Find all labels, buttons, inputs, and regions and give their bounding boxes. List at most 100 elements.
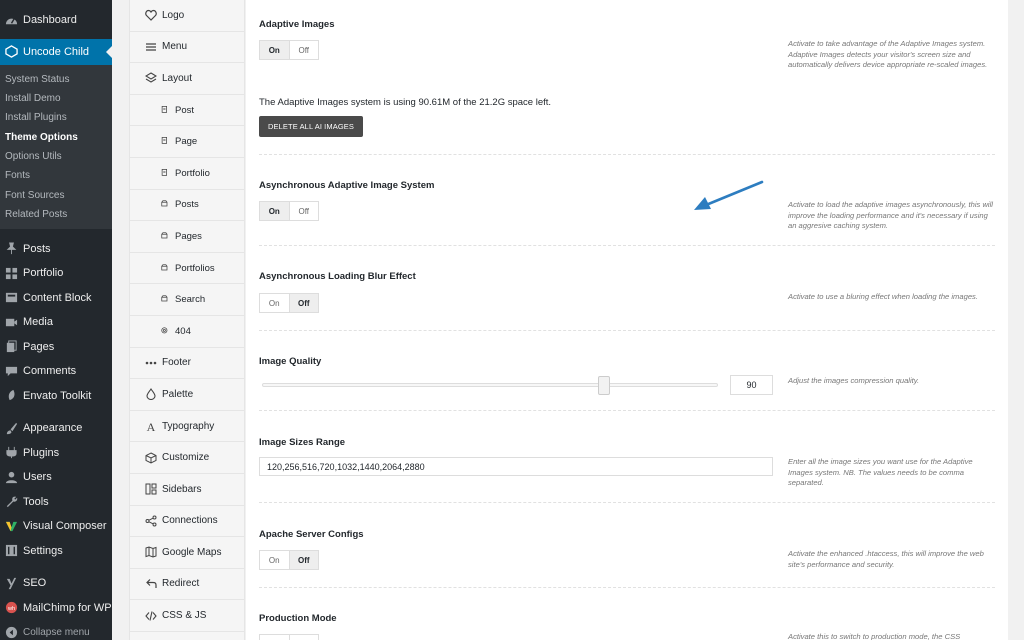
option-description: Activate to load the adaptive images asy… (788, 200, 993, 231)
menu-item-users[interactable]: Users (0, 465, 112, 490)
submenu-item-theme-options[interactable]: Theme Options (0, 128, 112, 147)
menu-item-mailchimp-for-wp[interactable]: wh MailChimp for WP (0, 596, 112, 621)
slider-handle[interactable] (598, 376, 610, 395)
grid-icon (4, 266, 18, 280)
image-quality-slider[interactable] (262, 383, 718, 387)
menu-item-envato-toolkit[interactable]: Envato Toolkit (0, 384, 112, 409)
tab-label: Customize (162, 452, 210, 464)
tab-layout[interactable]: Layout (130, 63, 244, 95)
menu-item-content-block[interactable]: Content Block (0, 286, 112, 311)
option-production: Production Mode Activate this to switch … (259, 588, 995, 640)
tab-menu[interactable]: Menu (130, 32, 244, 64)
toggle-on[interactable]: On (260, 41, 289, 59)
tab-portfolios[interactable]: Portfolios (130, 253, 244, 285)
tab-label: Palette (162, 388, 194, 400)
image-sizes-input[interactable]: 120,256,516,720,1032,1440,2064,2880 (259, 457, 773, 476)
share-icon (144, 515, 158, 527)
submenu-item-install-plugins[interactable]: Install Plugins (0, 108, 112, 127)
submenu-item-options-utils[interactable]: Options Utils (0, 147, 112, 166)
tab-connections[interactable]: Connections (130, 506, 244, 538)
async-blur-toggle[interactable]: On Off (259, 293, 319, 313)
submenu-item-install-demo[interactable]: Install Demo (0, 89, 112, 108)
menu-item-label: Tools (23, 495, 49, 508)
production-toggle[interactable] (259, 634, 319, 640)
menu-item-uncode-child[interactable]: Uncode Child (0, 38, 112, 65)
option-description: Activate to use a bluring effect when lo… (788, 292, 978, 301)
tab-portfolio[interactable]: Portfolio (130, 158, 244, 190)
type-icon: A (144, 420, 158, 432)
submenu-item-system-status[interactable]: System Status (0, 70, 112, 89)
menu-item-appearance[interactable]: Appearance (0, 416, 112, 441)
tab-logo[interactable]: Logo (130, 0, 244, 32)
menu-item-pages[interactable]: Pages (0, 335, 112, 360)
tab-label: Connections (162, 515, 218, 527)
option-description: Enter all the image sizes you want use f… (788, 457, 973, 488)
collapse-menu-button[interactable]: Collapse menu (0, 620, 112, 640)
tab-label: Menu (162, 41, 188, 53)
tab-label: CSS & JS (162, 610, 207, 622)
adaptive-images-toggle[interactable]: On Off (259, 40, 319, 60)
menu-item-portfolio[interactable]: Portfolio (0, 261, 112, 286)
option-adaptive-images: Adaptive Images On Off Activate to take … (259, 0, 995, 155)
menu-item-comments[interactable]: Comments (0, 359, 112, 384)
toggle-off[interactable]: Off (288, 551, 318, 569)
dots-icon (144, 357, 158, 369)
tab-google-maps[interactable]: Google Maps (130, 537, 244, 569)
collapse-label: Collapse menu (23, 626, 90, 638)
toggle-on[interactable]: On (260, 551, 289, 569)
drop-icon (144, 388, 158, 401)
toggle-off[interactable]: Off (288, 41, 319, 59)
tab-palette[interactable]: Palette (130, 379, 244, 411)
toggle-off[interactable]: Off (288, 202, 319, 220)
tab-sidebars[interactable]: Sidebars (130, 474, 244, 506)
option-title: Adaptive Images (259, 19, 335, 30)
menu-item-posts[interactable]: Posts (0, 237, 112, 262)
tab-404[interactable]: 404 (130, 316, 244, 348)
menu-item-label: Users (23, 471, 52, 484)
menu-item-visual-composer[interactable]: Visual Composer (0, 514, 112, 539)
page-icon (4, 340, 18, 354)
heart-icon (144, 9, 158, 22)
tab-label: Redirect (162, 578, 200, 590)
async-adaptive-toggle[interactable]: On Off (259, 201, 319, 221)
tab-label: Page (175, 136, 198, 148)
tab-page[interactable]: Page (130, 126, 244, 158)
menu-item-label: Plugins (23, 446, 60, 459)
tab-footer[interactable]: Footer (130, 348, 244, 380)
tab-redirect[interactable]: Redirect (130, 569, 244, 601)
submenu-item-font-sources[interactable]: Font Sources (0, 186, 112, 205)
envato-icon (4, 389, 18, 403)
tab-css-js[interactable]: CSS & JS (130, 600, 244, 632)
redirect-icon (144, 578, 158, 590)
code-icon (144, 610, 158, 622)
apache-toggle[interactable]: On Off (259, 550, 319, 570)
option-async-blur: Asynchronous Loading Blur Effect On Off … (259, 246, 995, 331)
option-description: Activate this to switch to production mo… (788, 632, 961, 640)
tab-search[interactable]: Search (130, 284, 244, 316)
menu-item-media[interactable]: Media (0, 310, 112, 335)
tab-label: Typography (162, 420, 215, 432)
users-icon (4, 470, 18, 484)
tab-pages[interactable]: Pages (130, 221, 244, 253)
toggle-off[interactable]: Off (288, 294, 318, 312)
submenu-item-related-posts[interactable]: Related Posts (0, 205, 112, 224)
menu-item-tools[interactable]: Tools (0, 490, 112, 515)
toggle-on[interactable]: On (260, 202, 289, 220)
delete-ai-images-button[interactable]: DELETE ALL AI IMAGES (259, 116, 363, 137)
uncode-icon (4, 45, 18, 59)
menu-item-settings[interactable]: Settings (0, 539, 112, 564)
menu-item-dashboard[interactable]: Dashboard (0, 8, 112, 33)
cube-icon (144, 452, 158, 464)
option-title: Production Mode (259, 613, 337, 624)
menu-item-seo[interactable]: SEO (0, 571, 112, 596)
pin-icon (4, 242, 18, 256)
submenu-item-fonts[interactable]: Fonts (0, 166, 112, 185)
image-quality-input[interactable]: 90 (730, 375, 773, 395)
menu-item-plugins[interactable]: Plugins (0, 441, 112, 466)
tab-posts[interactable]: Posts (130, 190, 244, 222)
tab-label: Posts (175, 199, 199, 211)
tab-customize[interactable]: Customize (130, 442, 244, 474)
tab-post[interactable]: Post (130, 95, 244, 127)
toggle-on[interactable]: On (260, 294, 289, 312)
tab-typography[interactable]: A Typography (130, 411, 244, 443)
